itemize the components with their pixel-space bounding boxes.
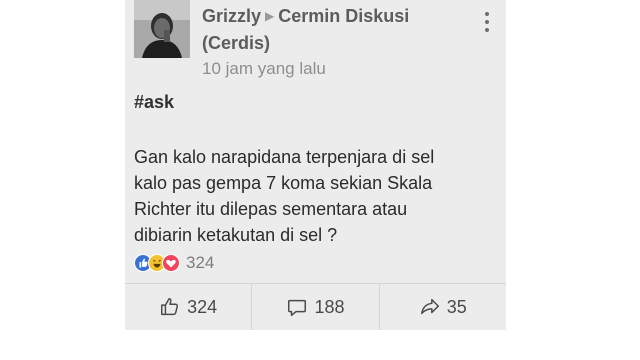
share-icon xyxy=(420,298,439,315)
group-name-continued[interactable]: (Cerdis) xyxy=(202,31,270,55)
love-reaction-icon xyxy=(162,254,180,272)
like-count: 324 xyxy=(187,296,218,317)
share-button[interactable]: 35 xyxy=(378,284,506,330)
reactions-summary[interactable]: 324 xyxy=(134,252,214,274)
post-body-line: Richter itu dilepas sementara atau xyxy=(134,199,408,219)
share-count: 35 xyxy=(446,296,467,317)
post-header: Grizzly ▶ Cermin Diskusi xyxy=(202,4,472,30)
thumbs-up-icon xyxy=(161,298,179,316)
group-name[interactable]: Cermin Diskusi xyxy=(278,6,409,26)
post-body-line: Gan kalo narapidana terpenjara di sel xyxy=(134,147,435,167)
comment-icon xyxy=(288,299,307,316)
avatar[interactable] xyxy=(134,0,190,58)
comment-button[interactable]: 188 xyxy=(251,284,378,330)
like-button[interactable]: 324 xyxy=(125,284,251,330)
arrow-right-icon: ▶ xyxy=(265,9,275,23)
hashtag[interactable]: #ask xyxy=(134,92,174,113)
post-body-line: dibiarin ketakutan di sel ? xyxy=(134,225,338,245)
comment-count: 188 xyxy=(314,296,345,317)
post-body: Gan kalo narapidana terpenjara di sel ka… xyxy=(134,144,494,248)
post-card: Grizzly ▶ Cermin Diskusi (Cerdis) 10 jam y… xyxy=(125,0,506,330)
avatar-image xyxy=(134,0,190,58)
author-name[interactable]: Grizzly xyxy=(202,6,261,26)
post-body-line: kalo pas gempa 7 koma sekian Skala xyxy=(134,173,433,193)
action-bar: 324 188 35 xyxy=(125,284,506,330)
more-options-icon[interactable] xyxy=(484,12,490,32)
post-timestamp: 10 jam yang lalu xyxy=(202,59,326,78)
reaction-count: 324 xyxy=(186,253,215,272)
